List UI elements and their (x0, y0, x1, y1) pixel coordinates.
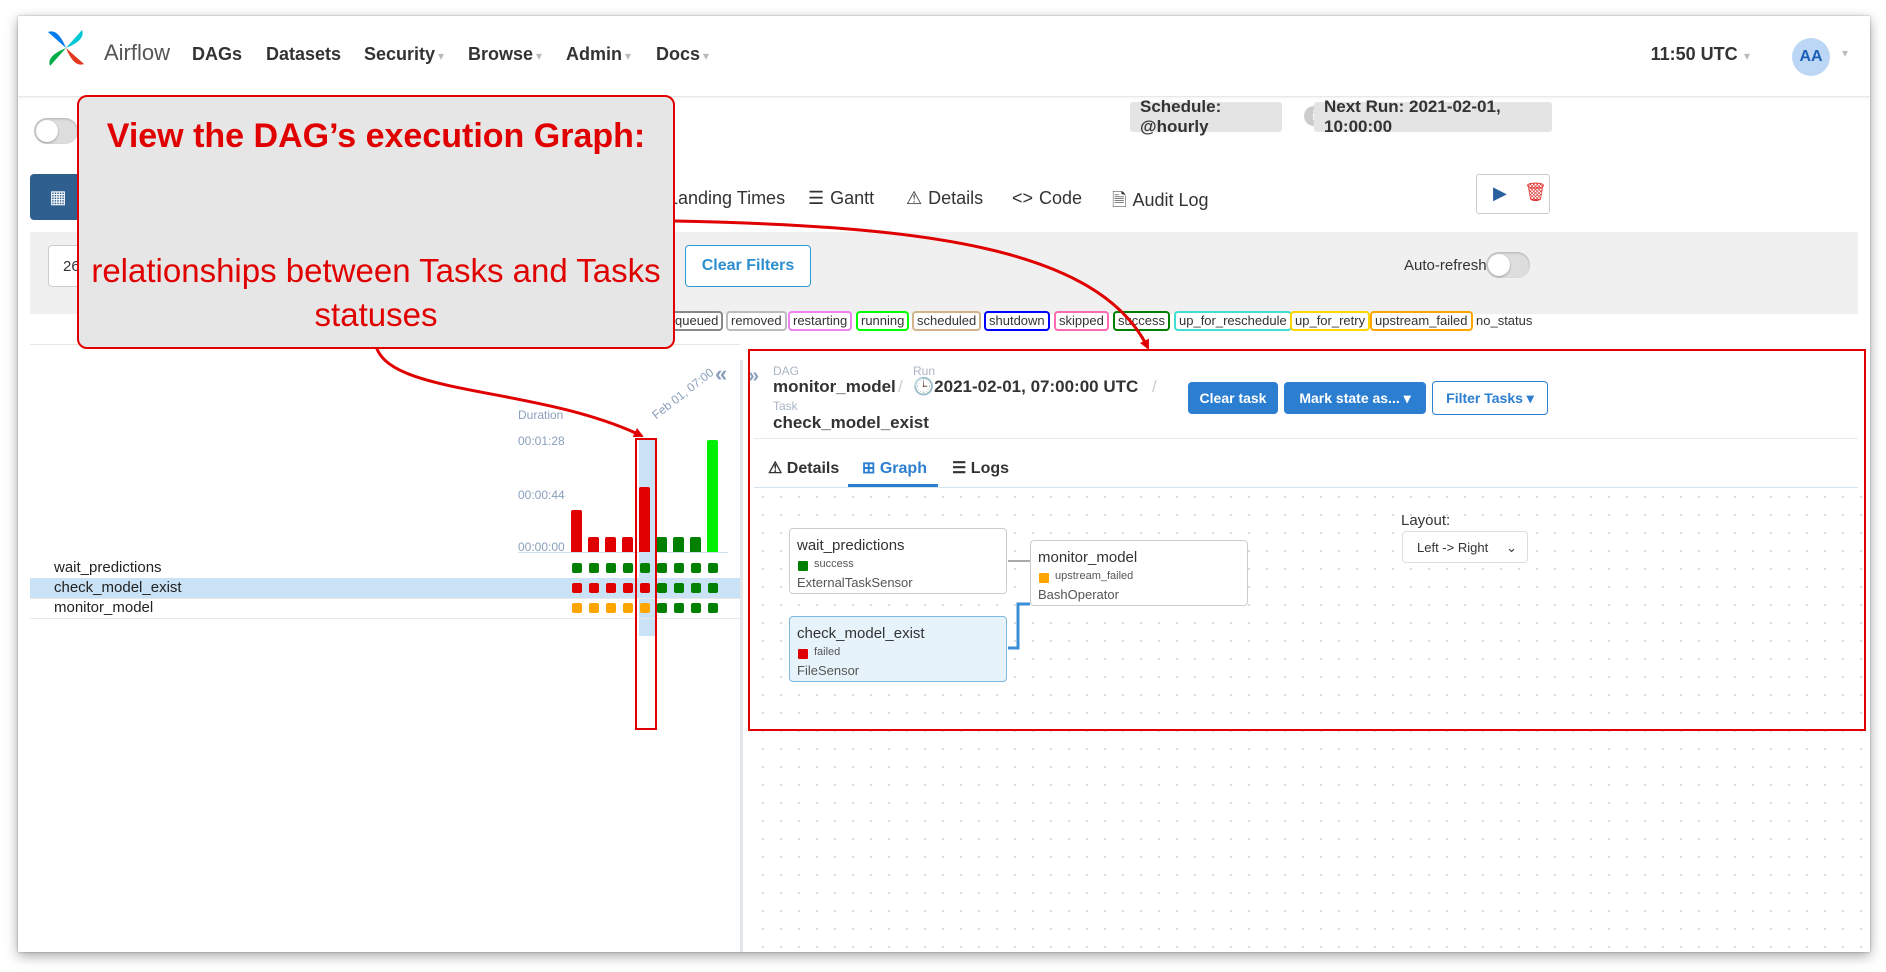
callout-text: relationships between Tasks and Tasks st… (91, 252, 661, 333)
annotation-callout: View the DAG’s execution Graph: relation… (77, 95, 675, 349)
annotation-highlight-run-column (635, 438, 657, 730)
callout-title: View the DAG’s execution Graph: (106, 117, 646, 155)
airflow-window: Airflow DAGs Datasets Security ▾ Browse ▾ … (18, 16, 1870, 952)
annotation-highlight-graph (748, 349, 1866, 731)
